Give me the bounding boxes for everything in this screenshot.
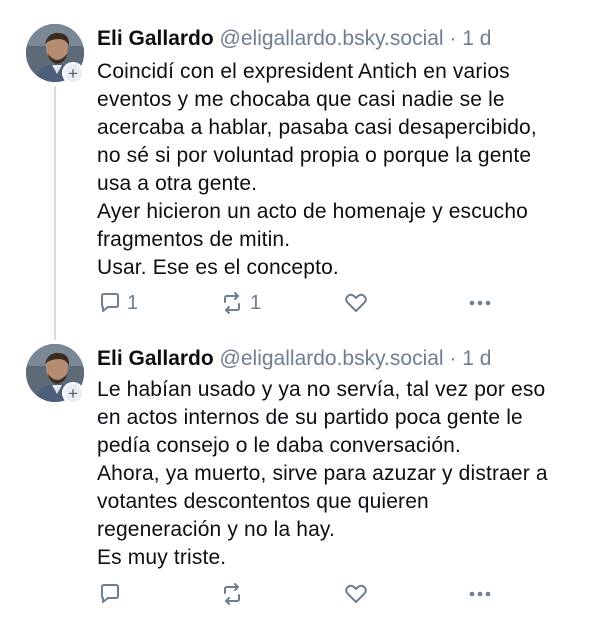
post-text-line: Ahora, ya muerto, sirve para azuzar y di… [97,462,548,485]
ellipsis-icon [469,300,491,306]
repost-icon [220,583,244,605]
like-button[interactable] [345,289,373,317]
reply-count: 1 [127,291,139,314]
post-text-line: acercaba a hablar, pasaba casi desaperci… [97,116,537,139]
post-1[interactable]: + Eli Gallardo @eligallardo.bsky.social … [0,0,603,340]
author-handle[interactable]: @eligallardo.bsky.social [220,27,444,50]
post-header: Eli Gallardo @eligallardo.bsky.social · … [97,26,491,52]
post-actions [97,580,497,608]
more-options-button[interactable] [469,289,491,317]
post-actions: 1 1 [97,289,497,317]
post-text-line: Usar. Ese es el concepto. [97,256,339,279]
post-text: Coincidí con el expresident Antich en va… [97,58,592,282]
post-text-line: Le habían usado y ya no servía, tal vez … [97,378,546,401]
reply-icon [99,583,121,605]
more-options-button[interactable] [469,580,491,608]
repost-button[interactable]: 1 [220,289,261,317]
repost-button[interactable] [220,580,250,608]
post-text-line: votantes descontentos que quieren [97,490,429,513]
plus-glyph: + [68,63,78,83]
post-text-line: usa a otra gente. [97,172,258,195]
ellipsis-icon [469,591,491,597]
author-name[interactable]: Eli Gallardo [97,347,214,370]
separator-dot: · [449,347,457,370]
post-text-line: fragmentos de mitin. [97,228,291,251]
author-name[interactable]: Eli Gallardo [97,27,214,50]
follow-plus-icon[interactable]: + [62,382,84,404]
like-button[interactable] [345,580,373,608]
reply-button[interactable]: 1 [99,289,138,317]
repost-icon [220,292,244,314]
post-text-line: Ayer hicieron un acto de homenaje y escu… [97,200,528,223]
post-text-line: pedía consejo o le daba conversación. [97,434,461,457]
post-text-line: en actos internos de su partido poca gen… [97,406,523,429]
thread-line [54,86,56,340]
post-time[interactable]: 1 d [462,27,491,50]
post-text-line: Coincidí con el expresident Antich en va… [97,60,510,83]
reply-button[interactable] [99,580,127,608]
reply-icon [99,292,121,314]
separator-dot: · [449,27,457,50]
post-text-line: regeneración y no la hay. [97,518,336,541]
author-handle[interactable]: @eligallardo.bsky.social [220,347,444,370]
follow-plus-icon[interactable]: + [62,62,84,84]
repost-count: 1 [250,291,262,314]
post-time[interactable]: 1 d [462,347,491,370]
post-text-line: Es muy triste. [97,546,227,569]
post-text-line: eventos y me chocaba que casi nadie se l… [97,88,505,111]
heart-icon [345,584,367,604]
post-2[interactable]: + Eli Gallardo @eligallardo.bsky.social … [0,340,603,620]
plus-glyph: + [68,383,78,403]
post-text-line: no sé si por voluntad propia o porque la… [97,144,532,167]
post-text: Le habían usado y ya no servía, tal vez … [97,376,592,572]
heart-icon [345,293,367,313]
post-header: Eli Gallardo @eligallardo.bsky.social · … [97,346,491,372]
